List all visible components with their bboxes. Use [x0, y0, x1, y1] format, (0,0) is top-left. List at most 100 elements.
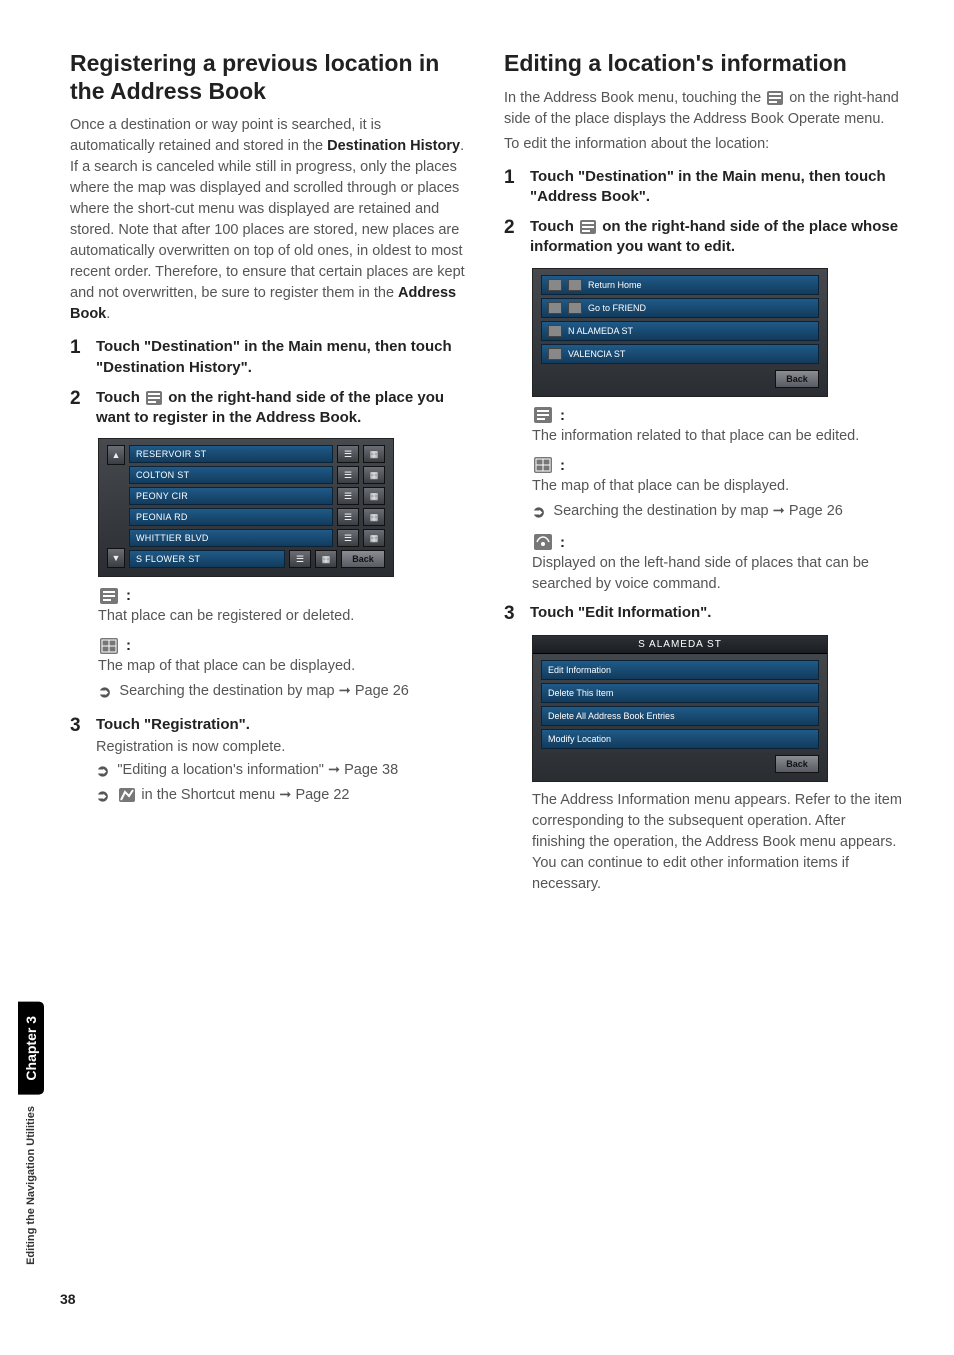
- list-edit-icon: [100, 588, 118, 604]
- left-steps-cont: 3 Touch "Registration". Registration is …: [70, 715, 468, 811]
- right-step-2: 2 Touch on the right-hand side of the pl…: [504, 217, 902, 258]
- place-label[interactable]: S FLOWER ST: [129, 550, 285, 568]
- place-label[interactable]: WHITTIER BLVD: [129, 529, 333, 547]
- left-heading: Registering a previous location in the A…: [70, 50, 468, 105]
- ref-text: "Editing a location's information" ➞ Pag…: [117, 760, 398, 781]
- list-item: S FLOWER ST ☰ ▦ Back: [129, 550, 385, 568]
- menu-label: Edit Information: [548, 665, 611, 675]
- edit-icon-desc: That place can be registered or deleted.: [98, 606, 468, 627]
- menu-item-delete-all[interactable]: Delete All Address Book Entries: [541, 706, 819, 726]
- list-item: RESERVOIR ST ☰ ▦: [129, 445, 385, 463]
- list-item: WHITTIER BLVD ☰ ▦: [129, 529, 385, 547]
- ref-arrow-icon: ➲: [96, 785, 109, 808]
- right-column: Editing a location's information In the …: [504, 50, 902, 907]
- voice-icon: [548, 325, 562, 337]
- right-post-text: The Address Information menu appears. Re…: [532, 790, 902, 895]
- voice-icon: [534, 534, 552, 550]
- list-item[interactable]: Return Home: [541, 275, 819, 295]
- edit-icon-button[interactable]: ☰: [337, 466, 359, 484]
- right-step-3: 3 Touch "Edit Information".: [504, 603, 902, 625]
- place-label[interactable]: COLTON ST: [129, 466, 333, 484]
- menu-item-edit-information[interactable]: Edit Information: [541, 660, 819, 680]
- list-item[interactable]: Go to FRIEND: [541, 298, 819, 318]
- edit-icon-button[interactable]: ☰: [337, 508, 359, 526]
- place-label: Return Home: [588, 280, 642, 290]
- place-label[interactable]: PEONY CIR: [129, 487, 333, 505]
- list-item: PEONY CIR ☰ ▦: [129, 487, 385, 505]
- ref-shortcut-menu: ➲ in the Shortcut menu ➞ Page 22: [96, 785, 468, 808]
- list-edit-icon: [767, 91, 783, 105]
- scroll-arrows: ▲ ▼: [107, 445, 125, 568]
- edit-icon-desc: The information related to that place ca…: [532, 426, 902, 447]
- back-button[interactable]: Back: [341, 550, 385, 568]
- voice-icon: [548, 279, 562, 291]
- step-number: 2: [70, 388, 86, 429]
- list-edit-icon: [580, 220, 596, 234]
- step-number: 3: [70, 715, 86, 811]
- map-icon-button[interactable]: ▦: [363, 508, 385, 526]
- register-icon: [119, 788, 135, 802]
- right-intro-2: To edit the information about the locati…: [504, 134, 902, 155]
- map-icon-button[interactable]: ▦: [363, 529, 385, 547]
- place-label: VALENCIA ST: [568, 349, 625, 359]
- left-step-3: 3 Touch "Registration". Registration is …: [70, 715, 468, 811]
- scroll-up-button[interactable]: ▲: [107, 445, 125, 465]
- edit-icon-button[interactable]: ☰: [337, 487, 359, 505]
- map-icon-button[interactable]: ▦: [363, 487, 385, 505]
- place-label: Go to FRIEND: [588, 303, 646, 313]
- legend-colon: :: [560, 534, 565, 551]
- list-item: PEONIA RD ☰ ▦: [129, 508, 385, 526]
- ref-search-by-map: ➲ Searching the destination by map ➞ Pag…: [532, 501, 902, 524]
- ref-text: Searching the destination by map ➞ Page …: [553, 501, 842, 522]
- intro-part-c: .: [106, 306, 110, 322]
- ref-arrow-icon: ➲: [96, 760, 109, 783]
- left-step2-text: Touch on the right-hand side of the plac…: [96, 388, 468, 429]
- voice-icon: [548, 348, 562, 360]
- menu-item-modify-location[interactable]: Modify Location: [541, 729, 819, 749]
- page: Registering a previous location in the A…: [0, 0, 954, 1355]
- step-number: 2: [504, 217, 520, 258]
- right-intro-a: In the Address Book menu, touching the: [504, 90, 765, 106]
- right-step1-text: Touch "Destination" in the Main menu, th…: [530, 167, 902, 208]
- place-label: N ALAMEDA ST: [568, 326, 633, 336]
- legend-colon: :: [560, 457, 565, 474]
- step2-a: Touch: [530, 218, 578, 235]
- list-item[interactable]: N ALAMEDA ST: [541, 321, 819, 341]
- voice-icon-legend: :: [532, 534, 902, 551]
- step2-a: Touch: [96, 389, 144, 406]
- right-steps-cont: 3 Touch "Edit Information".: [504, 603, 902, 625]
- chapter-badge: Chapter 3: [18, 1002, 44, 1095]
- place-label[interactable]: PEONIA RD: [129, 508, 333, 526]
- map-icon-legend: :: [532, 457, 902, 474]
- scroll-down-button[interactable]: ▼: [107, 548, 125, 568]
- list-item[interactable]: VALENCIA ST: [541, 344, 819, 364]
- chapter-title: Editing the Navigation Utilities: [25, 1106, 37, 1265]
- menu-label: Delete This Item: [548, 688, 613, 698]
- back-button[interactable]: Back: [775, 370, 819, 388]
- left-step1-text: Touch "Destination" in the Main menu, th…: [96, 337, 468, 378]
- edit-icon-button[interactable]: ☰: [289, 550, 311, 568]
- left-step-2: 2 Touch on the right-hand side of the pl…: [70, 388, 468, 429]
- list-item: COLTON ST ☰ ▦: [129, 466, 385, 484]
- ref-text: Searching the destination by map ➞ Page …: [119, 681, 408, 702]
- menu-item-delete-this[interactable]: Delete This Item: [541, 683, 819, 703]
- map-icon-button[interactable]: ▦: [363, 466, 385, 484]
- chapter-sidebar: Chapter 3 Editing the Navigation Utiliti…: [18, 1002, 44, 1265]
- list-edit-icon: [146, 391, 162, 405]
- map-icon-legend: :: [98, 637, 468, 654]
- edit-icon-legend: :: [532, 407, 902, 424]
- map-icon-desc: The map of that place can be displayed.: [98, 656, 468, 677]
- edit-icon-button[interactable]: ☰: [337, 445, 359, 463]
- edit-icon-button[interactable]: ☰: [337, 529, 359, 547]
- left-steps: 1 Touch "Destination" in the Main menu, …: [70, 337, 468, 428]
- map-icon-button[interactable]: ▦: [315, 550, 337, 568]
- right-step3-text: Touch "Edit Information".: [530, 603, 902, 623]
- legend-colon: :: [560, 407, 565, 424]
- map-icon: [100, 638, 118, 654]
- place-label[interactable]: RESERVOIR ST: [129, 445, 333, 463]
- right-intro-1: In the Address Book menu, touching the o…: [504, 88, 902, 130]
- address-book-screenshot: Return Home Go to FRIEND N ALAMEDA ST VA…: [532, 268, 828, 397]
- back-button[interactable]: Back: [775, 755, 819, 773]
- list-edit-icon: [534, 407, 552, 423]
- map-icon-button[interactable]: ▦: [363, 445, 385, 463]
